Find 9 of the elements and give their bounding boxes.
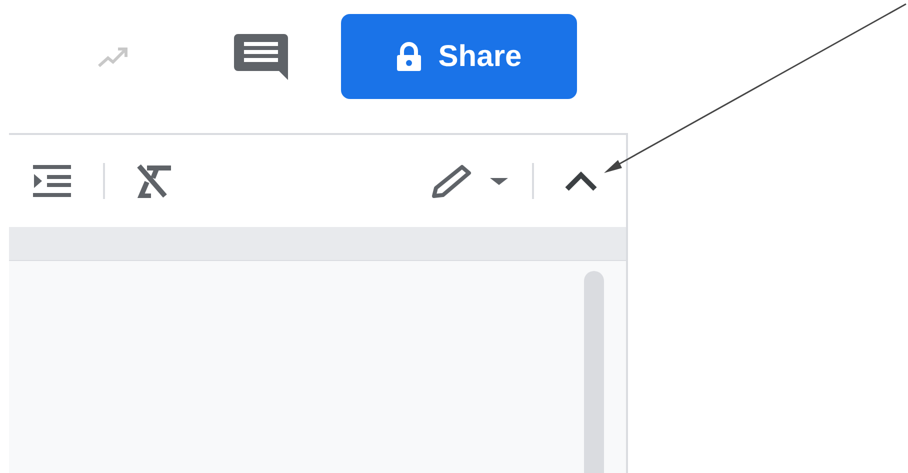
comment-icon[interactable] bbox=[234, 34, 289, 80]
lock-icon bbox=[396, 42, 422, 72]
share-button[interactable]: Share bbox=[341, 14, 577, 99]
indent-icon[interactable] bbox=[33, 165, 73, 197]
scrollbar-thumb[interactable] bbox=[584, 271, 604, 473]
collapse-icon[interactable] bbox=[564, 170, 598, 192]
clear-formatting-icon[interactable] bbox=[135, 164, 173, 198]
pencil-icon[interactable] bbox=[432, 164, 472, 198]
caret-icon[interactable] bbox=[488, 176, 510, 186]
